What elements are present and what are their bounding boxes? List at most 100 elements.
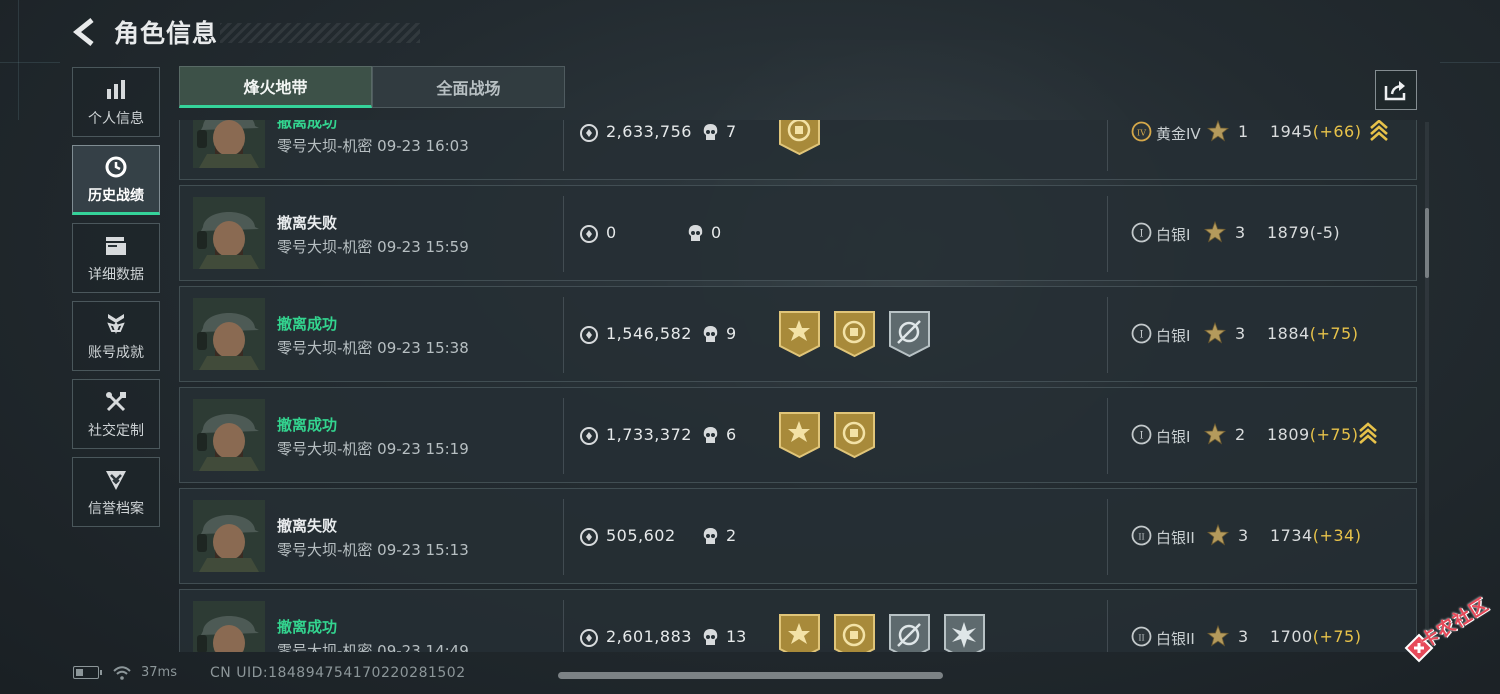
gold-emblem-badge-icon[interactable] (778, 120, 821, 156)
coin-value-icon (580, 528, 598, 546)
match-row[interactable]: 撤离失败 零号大坝-机密 09-23 15:59 0 0 I 白银I 3 1879(-5) (179, 185, 1417, 281)
map-and-time: 零号大坝-机密 09-23 15:19 (277, 440, 469, 458)
gold-emblem-badge-icon[interactable] (833, 411, 876, 459)
coin-value-icon (580, 225, 598, 243)
battery-icon (73, 666, 102, 679)
sidebar-item-label: 账号成就 (88, 344, 144, 361)
svg-text:I: I (1140, 431, 1144, 442)
match-history-list: 撤离成功 零号大坝-机密 09-23 16:03 2,633,756 7 IV 黄金IV 1… (179, 120, 1419, 652)
score-delta: (+34) (1312, 526, 1362, 545)
player-uid: CN UID:184894754170220281502 (210, 665, 466, 681)
sidebar-item-details[interactable]: 详细数据 (72, 223, 160, 293)
kill-count: 2 (726, 526, 737, 545)
skull-kills-icon (703, 629, 718, 645)
column-divider (1107, 398, 1108, 474)
extraction-result: 撤离成功 (277, 315, 338, 333)
match-row[interactable]: 撤离失败 零号大坝-机密 09-23 15:13 505,602 2 II 白银II 3 17… (179, 488, 1417, 584)
match-row[interactable]: 撤离成功 零号大坝-机密 09-23 14:49 2,601,883 13 II 白银II… (179, 589, 1417, 652)
gray-crosshair-badge-icon[interactable] (888, 613, 931, 652)
shield-chevron-icon (103, 467, 129, 493)
sidebar-item-label: 详细数据 (88, 266, 144, 283)
title-decoration (220, 23, 420, 43)
gold-sun-badge-icon[interactable] (778, 613, 821, 652)
score-delta: (+66) (1312, 122, 1362, 141)
match-list: 撤离成功 零号大坝-机密 09-23 16:03 2,633,756 7 IV 黄金IV 1… (179, 120, 1417, 652)
score-delta: (+75) (1309, 425, 1359, 444)
rank-tier-icon: II (1131, 525, 1152, 546)
rank-up-chevron-icon (1370, 120, 1388, 141)
scrollbar-thumb[interactable] (1425, 208, 1429, 278)
column-divider (1107, 600, 1108, 652)
rank-name: 白银II (1156, 630, 1195, 648)
star-count: 3 (1235, 324, 1246, 343)
map-and-time: 零号大坝-机密 09-23 15:38 (277, 339, 469, 357)
gray-crosshair-badge-icon[interactable] (888, 310, 931, 358)
rank-score: 1734(+34) (1270, 526, 1361, 545)
extracted-value: 2,633,756 (606, 122, 692, 141)
column-divider (563, 120, 564, 171)
sidebar-item-profile[interactable]: 个人信息 (72, 67, 160, 137)
skull-kills-icon (688, 225, 703, 241)
extraction-result: 撤离失败 (277, 214, 338, 232)
rank-name: 白银I (1156, 428, 1191, 446)
gold-emblem-badge-icon[interactable] (833, 310, 876, 358)
frame-line (0, 62, 60, 63)
operator-avatar (193, 298, 265, 370)
kill-count: 13 (726, 627, 747, 646)
scroll-track[interactable] (1425, 122, 1429, 650)
score-value: 1700 (1270, 627, 1313, 646)
kill-count: 7 (726, 122, 737, 141)
svg-text:I: I (1140, 330, 1144, 341)
match-row[interactable]: 撤离成功 零号大坝-机密 09-23 15:19 1,733,372 6 I 白银I 2 18… (179, 387, 1417, 483)
rank-tier-icon: IV (1131, 121, 1152, 142)
star-count: 2 (1235, 425, 1246, 444)
map-and-time: 零号大坝-机密 09-23 15:59 (277, 238, 469, 256)
chevron-left-icon (72, 18, 94, 46)
map-and-time: 零号大坝-机密 09-23 14:49 (277, 642, 469, 652)
sidebar-item-history[interactable]: 历史战绩 (72, 145, 160, 215)
rank-tier-icon: I (1131, 323, 1152, 344)
sidebar-item-achievements[interactable]: 账号成就 (72, 301, 160, 371)
tab-hazard-zone[interactable]: 烽火地带 (179, 66, 372, 108)
operator-avatar (193, 500, 265, 572)
star-icon (1207, 524, 1229, 546)
frame-line (18, 0, 19, 120)
gray-burst-badge-icon[interactable] (943, 613, 986, 652)
home-indicator[interactable] (558, 672, 943, 679)
gold-sun-badge-icon[interactable] (778, 411, 821, 459)
sidebar-item-social[interactable]: 社交定制 (72, 379, 160, 449)
wifi-icon (113, 665, 131, 680)
tab-full-battlefield[interactable]: 全面战场 (372, 66, 565, 108)
rank-up-chevron-icon (1359, 422, 1377, 444)
extraction-result: 撤离失败 (277, 517, 338, 535)
match-row[interactable]: 撤离成功 零号大坝-机密 09-23 16:03 2,633,756 7 IV 黄金IV 1… (179, 120, 1417, 180)
operator-avatar (193, 120, 265, 168)
column-divider (1107, 196, 1108, 272)
sidebar-item-reputation[interactable]: 信誉档案 (72, 457, 160, 527)
gold-emblem-badge-icon[interactable] (833, 613, 876, 652)
star-icon (1204, 423, 1226, 445)
sidebar: 个人信息 历史战绩 详细数据 账号成就 社交定制 信誉档案 (72, 67, 160, 535)
share-button[interactable] (1375, 70, 1417, 110)
gold-sun-badge-icon[interactable] (778, 310, 821, 358)
back-button[interactable] (70, 15, 100, 49)
operator-avatar (193, 601, 265, 652)
column-divider (563, 600, 564, 652)
coin-value-icon (580, 124, 598, 142)
page-header: 角色信息 (70, 12, 420, 52)
star-count: 3 (1238, 627, 1249, 646)
sidebar-item-label: 历史战绩 (88, 187, 144, 204)
extraction-result: 撤离成功 (277, 120, 338, 131)
sidebar-item-label: 社交定制 (88, 422, 144, 439)
achievement-medal-icon (103, 311, 129, 337)
operator-avatar (193, 197, 265, 269)
match-row[interactable]: 撤离成功 零号大坝-机密 09-23 15:38 1,546,582 9 I 白银I 3 18… (179, 286, 1417, 382)
rank-tier-icon: I (1131, 222, 1152, 243)
map-and-time: 零号大坝-机密 09-23 15:13 (277, 541, 469, 559)
extraction-result: 撤离成功 (277, 618, 338, 636)
column-divider (563, 297, 564, 373)
frame-line (1440, 62, 1500, 63)
svg-text:I: I (1140, 229, 1144, 240)
star-count: 3 (1235, 223, 1246, 242)
star-count: 1 (1238, 122, 1249, 141)
